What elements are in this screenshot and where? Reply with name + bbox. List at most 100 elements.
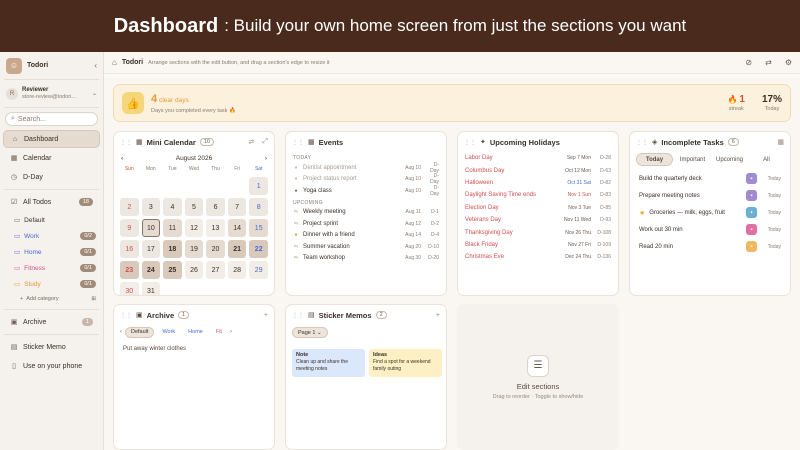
sidebar-item-dashboard[interactable]: ⌂ Dashboard: [3, 130, 100, 148]
task-item[interactable]: Prepare meeting notes ▪ Today: [630, 187, 790, 204]
calendar-day[interactable]: 9: [120, 219, 139, 237]
holiday-item[interactable]: Columbus Day Oct 12 Mon D-63: [458, 164, 618, 176]
sidebar-item-sticker-memo[interactable]: ▤ Sticker Memo: [3, 338, 100, 356]
refresh-icon[interactable]: ⇄: [249, 138, 255, 146]
holiday-item[interactable]: Halloween Oct 31 Sat D-82: [458, 177, 618, 189]
calendar-day[interactable]: 18: [163, 240, 182, 258]
calendar-day[interactable]: 14: [227, 219, 247, 237]
holiday-item[interactable]: Thanksgiving Day Nov 26 Thu D-108: [458, 226, 618, 238]
event-item[interactable]: ● Yoga class Aug 10 D-Day: [286, 185, 446, 197]
holiday-item[interactable]: Black Friday Nov 27 Fri D-109: [458, 239, 618, 251]
drag-handle-icon[interactable]: ⋮⋮: [292, 139, 304, 146]
chip-default[interactable]: Default: [125, 326, 155, 338]
archive-item[interactable]: Put away winter clothes: [114, 339, 274, 359]
calendar-day[interactable]: 23: [120, 261, 139, 279]
category-fitness[interactable]: ▭ Fitness 0/1: [0, 260, 103, 276]
calendar-day[interactable]: 11: [163, 219, 182, 237]
prev-month-icon[interactable]: ‹: [121, 155, 123, 162]
holiday-item[interactable]: Election Day Nov 3 Tue D-85: [458, 202, 618, 214]
calendar-day[interactable]: 27: [206, 261, 225, 279]
category-work[interactable]: ▭ Work 0/2: [0, 228, 103, 244]
calendar-day[interactable]: 19: [184, 240, 204, 258]
chip-home[interactable]: Home: [183, 327, 208, 338]
calendar-day[interactable]: 6: [206, 198, 225, 216]
prev-icon[interactable]: ‹: [120, 329, 122, 335]
category-default[interactable]: ▭ Default: [0, 212, 103, 228]
calendar-day[interactable]: 2: [120, 198, 139, 216]
chip-work[interactable]: Work: [157, 327, 180, 338]
holiday-item[interactable]: Christmas Eve Dec 24 Thu D-136: [458, 251, 618, 263]
event-item[interactable]: ⇆ Team workshop Aug 30 D-20: [286, 253, 446, 265]
add-icon[interactable]: +: [436, 312, 440, 319]
calendar-day[interactable]: 8: [249, 198, 268, 216]
expand-icon[interactable]: ⤢: [262, 138, 268, 146]
event-item[interactable]: ⇆ Weekly meeting Aug 11 D-1: [286, 207, 446, 219]
next-month-icon[interactable]: ›: [265, 155, 267, 162]
category-home[interactable]: ▭ Home 0/1: [0, 244, 103, 260]
sidebar-item-dday[interactable]: ◷ D-Day: [3, 168, 100, 186]
task-item[interactable]: Work out 30 min ▪ Today: [630, 221, 790, 238]
calendar-day[interactable]: 25: [163, 261, 182, 279]
task-item[interactable]: ★ Groceries — milk, eggs, fruit ▪ Today: [630, 204, 790, 221]
drag-handle-icon[interactable]: ⋮⋮: [464, 139, 476, 146]
focus-mode-icon[interactable]: ⊘: [745, 58, 752, 67]
calendar-day[interactable]: 1: [249, 177, 268, 195]
add-category-button[interactable]: + Add category ⊞: [0, 292, 103, 306]
collapse-sidebar-icon[interactable]: ‹: [94, 61, 97, 70]
calendar-day[interactable]: 28: [227, 261, 247, 279]
calendar-day[interactable]: 12: [184, 219, 204, 237]
tab-upcoming[interactable]: Upcoming: [712, 153, 747, 166]
drag-handle-icon[interactable]: ⋮⋮: [292, 312, 304, 319]
calendar-day[interactable]: 31: [141, 282, 161, 295]
calendar-day[interactable]: 16: [120, 240, 139, 258]
gear-icon[interactable]: ⚙: [785, 58, 792, 67]
calendar-icon[interactable]: ▦: [777, 138, 784, 146]
drag-handle-icon[interactable]: ⋮⋮: [636, 139, 648, 146]
calendar-day[interactable]: 22: [249, 240, 268, 258]
next-icon[interactable]: ›: [230, 329, 232, 335]
task-item[interactable]: Build the quarterly deck ▪ Today: [630, 170, 790, 187]
calendar-day[interactable]: 13: [206, 219, 225, 237]
calendar-day[interactable]: 5: [184, 198, 204, 216]
edit-sections-button[interactable]: ☰ Edit sections Drag to reorder · Toggle…: [457, 304, 619, 450]
add-icon[interactable]: +: [264, 312, 268, 319]
memo-note[interactable]: Note Clean up and share the meeting note…: [292, 349, 365, 377]
swap-icon[interactable]: ⇄: [765, 58, 772, 67]
event-item[interactable]: ● Dinner with a friend Aug 14 D-4: [286, 230, 446, 242]
category-study[interactable]: ▭ Study 0/1: [0, 276, 103, 292]
calendar-day[interactable]: 15: [249, 219, 268, 237]
task-item[interactable]: Read 20 min ▪ Today: [630, 238, 790, 255]
tab-all[interactable]: All: [749, 153, 784, 166]
calendar-day-today[interactable]: 10: [141, 219, 161, 237]
sidebar-item-use-phone[interactable]: ▯ Use on your phone: [3, 357, 100, 375]
memo-page-select[interactable]: Page 1 ⌄: [292, 326, 328, 338]
drag-handle-icon[interactable]: ⋮⋮: [120, 312, 132, 319]
calendar-day[interactable]: 20: [206, 240, 225, 258]
calendar-day[interactable]: 17: [141, 240, 161, 258]
sidebar-item-archive[interactable]: ▣ Archive 1: [3, 313, 100, 331]
memo-ideas[interactable]: Ideas Find a spot for a weekend family o…: [369, 349, 442, 377]
calendar-day[interactable]: 26: [184, 261, 204, 279]
calendar-day[interactable]: 29: [249, 261, 268, 279]
holiday-item[interactable]: Veterans Day Nov 11 Wed D-93: [458, 214, 618, 226]
holiday-item[interactable]: Labor Day Sep 7 Mon D-28: [458, 152, 618, 164]
search-input[interactable]: ⌕ Search...: [5, 112, 98, 126]
calendar-day[interactable]: 24: [141, 261, 161, 279]
drag-handle-icon[interactable]: ⋮⋮: [120, 139, 132, 146]
account-switcher[interactable]: R Reviewer store-review@todori... ⌄: [0, 80, 103, 107]
tab-important[interactable]: Important: [675, 153, 710, 166]
calendar-day[interactable]: 3: [141, 198, 161, 216]
holiday-item[interactable]: Daylight Saving Time ends Nov 1 Sun D-83: [458, 189, 618, 201]
event-item[interactable]: ⇆ Project sprint Aug 12 D-2: [286, 218, 446, 230]
tab-today[interactable]: Today: [636, 153, 673, 166]
event-item[interactable]: ● Project status report Aug 10 D-Day: [286, 173, 446, 185]
chip-fitness[interactable]: Fit: [211, 327, 227, 338]
calendar-day[interactable]: 4: [163, 198, 182, 216]
calendar-day[interactable]: 21: [227, 240, 247, 258]
event-item[interactable]: ⇆ Summer vacation Aug 20 D-10: [286, 241, 446, 253]
event-item[interactable]: ● Dentist appointment Aug 10 D-Day: [286, 162, 446, 174]
sidebar-item-calendar[interactable]: ▦ Calendar: [3, 149, 100, 167]
sidebar-item-all-todos[interactable]: ☑ All Todos 18: [3, 193, 100, 211]
calendar-day[interactable]: 7: [227, 198, 247, 216]
calendar-day[interactable]: 30: [120, 282, 139, 295]
